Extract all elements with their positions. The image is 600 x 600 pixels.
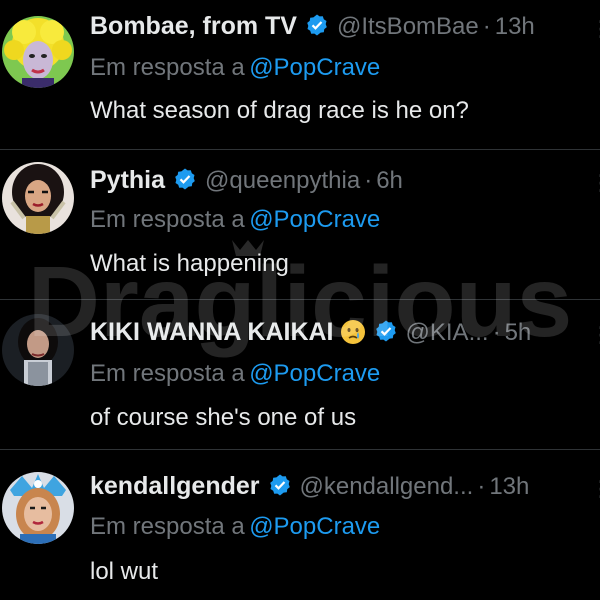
tweet-text: lol wut [90, 558, 159, 585]
verified-badge-icon [269, 474, 290, 496]
tweet-text: What season of drag race is he on? [90, 97, 469, 124]
timestamp[interactable]: 5h [505, 319, 532, 346]
tweet-kendallgender[interactable]: kendallgender@kendallgend...·13h ⋮ Em re… [0, 450, 600, 600]
more-options-icon[interactable]: ⋮ [590, 18, 600, 40]
display-name[interactable]: kendallgender [90, 472, 260, 500]
timestamp[interactable]: 13h [489, 473, 529, 500]
more-options-icon[interactable]: ⋮ [590, 324, 600, 346]
avatar-yellow-hair-icon[interactable] [2, 16, 74, 88]
display-name[interactable]: Bombae, from TV [90, 12, 297, 40]
tweet-text: What is happening [90, 250, 289, 277]
display-name[interactable]: Pythia [90, 166, 165, 194]
timestamp[interactable]: 13h [495, 13, 535, 40]
avatar-blue-crown-icon[interactable] [2, 472, 74, 544]
avatar-drag-queen-icon[interactable] [2, 162, 74, 234]
reply-mention-link[interactable]: @PopCrave [249, 54, 380, 81]
tweet-pythia[interactable]: Pythia@queenpythia·6h ⋮ Em resposta a @P… [0, 150, 600, 300]
tweet-kiki[interactable]: KIKI WANNA KAIKAI@KIA...·5h ⋮ Em respost… [0, 300, 600, 450]
display-name[interactable]: KIKI WANNA KAIKAI [90, 318, 334, 346]
crying-face-emoji-icon [340, 320, 365, 344]
more-options-icon[interactable]: ⋮ [590, 478, 600, 500]
verified-badge-icon [375, 320, 396, 342]
reply-prefix: Em resposta a [90, 513, 245, 540]
verified-badge-icon [307, 14, 327, 36]
tweet-bombae[interactable]: Bombae, from TV@ItsBomBae·13h ⋮ Em respo… [0, 0, 600, 150]
user-handle[interactable]: @queenpythia [205, 167, 360, 194]
avatar-dark-hair-icon[interactable] [2, 314, 74, 386]
more-options-icon[interactable]: ⋮ [590, 172, 600, 194]
tweet-text: of course she's one of us [90, 404, 357, 431]
reply-prefix: Em resposta a [90, 360, 245, 387]
reply-prefix: Em resposta a [90, 206, 245, 233]
user-handle[interactable]: @KIA... [406, 319, 489, 346]
reply-prefix: Em resposta a [90, 54, 245, 81]
reply-mention-link[interactable]: @PopCrave [249, 206, 380, 233]
user-handle[interactable]: @ItsBomBae [337, 13, 479, 40]
reply-mention-link[interactable]: @PopCrave [249, 360, 380, 387]
user-handle[interactable]: @kendallgend... [300, 473, 474, 500]
verified-badge-icon [175, 168, 195, 190]
timestamp[interactable]: 6h [376, 167, 403, 194]
reply-mention-link[interactable]: @PopCrave [249, 513, 380, 540]
